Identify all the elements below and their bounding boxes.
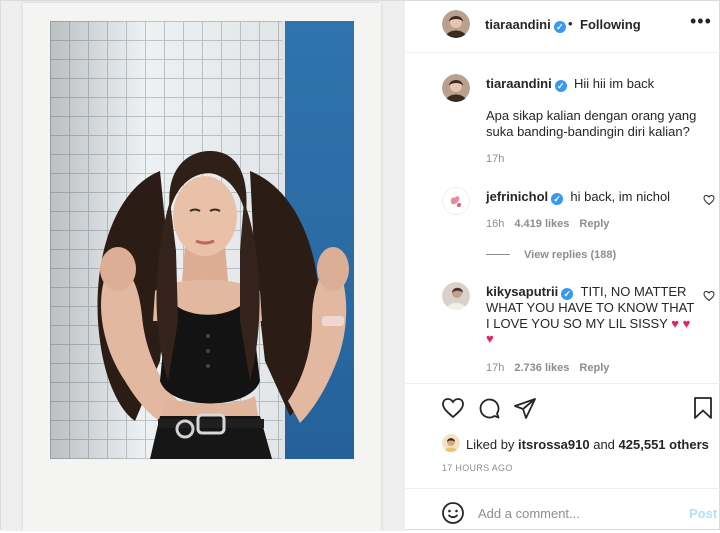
post-actions: Liked by itsrossa910 and 425,551 others … (405, 383, 720, 532)
post-details-panel: tiaraandini ✓ • Following ••• tiaraandini… (404, 1, 720, 531)
author-username[interactable]: tiaraandini ✓ (485, 17, 566, 33)
heart-icon[interactable] (441, 396, 465, 420)
comments-list: tiaraandini ✓ Hii hii im back Apa sikap k… (405, 53, 720, 383)
likes-summary: Liked by itsrossa910 and 425,551 others (466, 437, 709, 452)
comment-username[interactable]: kikysaputrii (486, 284, 558, 299)
more-icon[interactable]: ••• (690, 11, 712, 32)
comment-meta: 16h 4.419 likes Reply (486, 218, 609, 230)
share-icon[interactable] (513, 396, 537, 420)
bookmark-icon[interactable] (692, 396, 714, 420)
verified-icon: ✓ (561, 288, 574, 300)
caption-time[interactable]: 17h (486, 153, 504, 165)
comment-avatar[interactable] (442, 282, 470, 310)
caption-line: tiaraandini ✓ Hii hii im back (486, 76, 706, 92)
author-avatar[interactable] (442, 10, 470, 38)
separator-dot: • (568, 16, 573, 31)
liked-by-count[interactable]: 425,551 others (619, 437, 709, 452)
comment-time[interactable]: 16h (486, 218, 504, 230)
comment-text: hi back, im nichol (570, 189, 671, 204)
caption-username[interactable]: tiaraandini (486, 76, 552, 91)
post-button[interactable]: Post (689, 506, 717, 521)
caption-text: Hii hii im back (573, 76, 655, 91)
comment-line: kikysaputrii ✓ TITI, NO MATTER WHAT YOU H… (486, 284, 696, 347)
comment-time[interactable]: 17h (486, 362, 504, 374)
view-replies[interactable]: View replies (188) (486, 249, 616, 261)
post-header: tiaraandini ✓ • Following ••• (405, 1, 720, 53)
liked-by-user[interactable]: itsrossa910 (518, 437, 590, 452)
comment-heart-icon[interactable] (703, 290, 715, 302)
comment-likes[interactable]: 4.419 likes (514, 218, 569, 230)
emoji-icon[interactable] (441, 501, 465, 525)
verified-icon: ✓ (554, 80, 567, 92)
comment-avatar[interactable] (442, 187, 470, 215)
polaroid-frame (23, 3, 381, 531)
caption-avatar[interactable] (442, 74, 470, 102)
post-photo (50, 21, 354, 459)
comment-likes[interactable]: 2.736 likes (514, 362, 569, 374)
comment-heart-icon[interactable] (703, 194, 715, 206)
post-date[interactable]: 17 HOURS AGO (442, 463, 513, 473)
comment-line: jefrinichol ✓ hi back, im nichol (486, 189, 696, 205)
post-media[interactable] (1, 1, 404, 531)
comment-reply[interactable]: Reply (579, 362, 609, 374)
liked-by-avatar[interactable] (442, 434, 460, 452)
comment-input[interactable] (478, 506, 678, 521)
caption-body: Apa sikap kalian dengan orang yang suka … (486, 108, 697, 139)
comment-icon[interactable] (477, 396, 501, 420)
instagram-post: tiaraandini ✓ • Following ••• tiaraandini… (0, 0, 720, 531)
comment-reply[interactable]: Reply (579, 218, 609, 230)
comment-username[interactable]: jefrinichol (486, 189, 548, 204)
following-button[interactable]: Following (580, 17, 641, 32)
verified-icon: ✓ (553, 21, 566, 33)
comment-meta: 17h 2.736 likes Reply (486, 362, 609, 374)
verified-icon: ✓ (551, 193, 564, 205)
person-figure (97, 151, 349, 459)
